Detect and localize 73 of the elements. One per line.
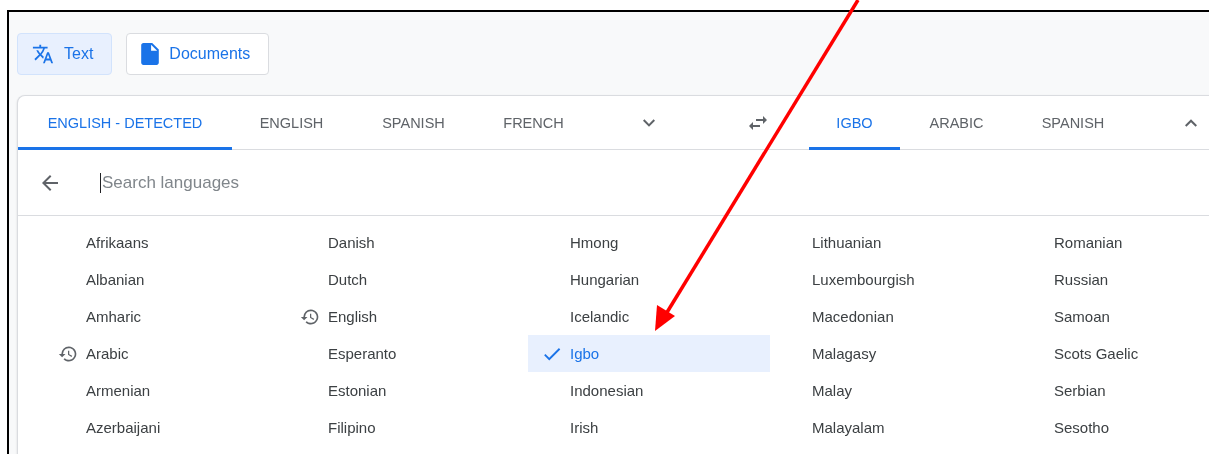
language-name: Indonesian [570,382,644,399]
language-name: Esperanto [328,345,397,362]
language-name: Romanian [1054,234,1123,251]
target-language-tab[interactable]: ARABIC [900,96,1013,150]
language-name: Estonian [328,382,387,399]
language-name: Dutch [328,271,368,288]
language-item[interactable]: Igbo [528,335,770,372]
language-name: Irish [570,419,599,436]
source-language-tab[interactable]: ENGLISH [232,96,351,150]
language-item[interactable]: Romanian [1012,224,1209,261]
language-name: Macedonian [812,308,894,325]
language-name: Hungarian [570,271,640,288]
language-item[interactable]: Dutch [286,261,528,298]
language-item[interactable]: Amharic [44,298,286,335]
language-name: English [328,308,378,325]
source-language-tab[interactable]: SPANISH [351,96,476,150]
language-name: Hmong [570,234,619,251]
language-name: Malayalam [812,419,885,436]
source-language-tab[interactable]: FRENCH [476,96,591,150]
chevron-down-icon [643,118,655,127]
language-name: Serbian [1054,382,1106,399]
language-item[interactable]: Scots Gaelic [1012,335,1209,372]
language-item[interactable]: Luxembourgish [770,261,1012,298]
language-name: Filipino [328,419,376,436]
language-name: Scots Gaelic [1054,345,1139,362]
language-item[interactable]: Lithuanian [770,224,1012,261]
chevron-up-icon [1185,118,1197,127]
target-language-tab[interactable]: SPANISH [1013,96,1133,150]
language-item[interactable]: Danish [286,224,528,261]
mode-button[interactable]: Text [17,33,113,75]
language-name: Samoan [1054,308,1110,325]
language-item[interactable]: Sesotho [1012,409,1209,446]
language-item[interactable]: Icelandic [528,298,770,335]
language-name: Arabic [86,345,129,362]
language-item[interactable]: Indonesian [528,372,770,409]
source-language-tab[interactable]: ENGLISH - DETECTED [18,96,232,150]
language-name: Amharic [86,308,141,325]
language-item[interactable]: Filipino [286,409,528,446]
language-name: Igbo [570,345,600,362]
mode-button[interactable]: Documents [126,33,270,75]
language-item[interactable]: Samoan [1012,298,1209,335]
language-item[interactable]: Russian [1012,261,1209,298]
language-name: Armenian [86,382,151,399]
language-name: Afrikaans [86,234,149,251]
language-item[interactable]: Malagasy [770,335,1012,372]
language-item[interactable]: Hmong [528,224,770,261]
language-name: Malagasy [812,345,877,362]
language-item[interactable]: Azerbaijani [44,409,286,446]
language-name: Azerbaijani [86,419,161,436]
target-language-tab[interactable]: IGBO [809,96,900,150]
language-name: Malay [812,382,852,399]
language-item[interactable]: Hungarian [528,261,770,298]
language-name: Lithuanian [812,234,882,251]
language-name: Danish [328,234,375,251]
language-item[interactable]: Malay [770,372,1012,409]
translate-icon [32,43,54,65]
language-item[interactable]: Esperanto [286,335,528,372]
language-item[interactable]: Malayalam [770,409,1012,446]
language-item[interactable]: Serbian [1012,372,1209,409]
language-item[interactable]: Afrikaans [44,224,286,261]
language-name: Luxembourgish [812,271,915,288]
document-icon [141,43,160,65]
language-name: Icelandic [570,308,630,325]
language-name: Albanian [86,271,145,288]
language-item[interactable]: Estonian [286,372,528,409]
language-name: Sesotho [1054,419,1110,436]
language-item[interactable]: Irish [528,409,770,446]
language-item[interactable]: Arabic [44,335,286,372]
language-item[interactable]: Armenian [44,372,286,409]
language-name: Russian [1054,271,1109,288]
language-item[interactable]: Macedonian [770,298,1012,335]
language-item[interactable]: Albanian [44,261,286,298]
language-item[interactable]: English [286,298,528,335]
